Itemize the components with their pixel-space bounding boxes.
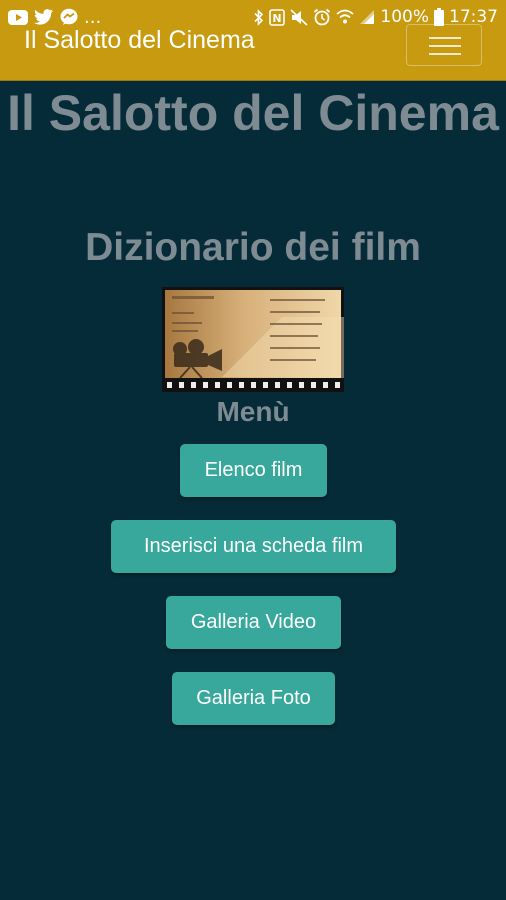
menu-heading: Menù: [216, 396, 290, 427]
bluetooth-icon: [254, 8, 264, 26]
svg-text:N: N: [273, 12, 282, 25]
video-gallery-button[interactable]: Galleria Video: [166, 596, 341, 649]
menu-toggle-button[interactable]: [406, 24, 482, 66]
film-list-button[interactable]: Elenco film: [180, 444, 327, 497]
wifi-icon: [336, 9, 354, 24]
signal-icon: [360, 10, 375, 24]
page-subtitle: Dizionario dei film: [85, 226, 421, 269]
youtube-icon: [8, 9, 28, 25]
mute-icon: [290, 8, 308, 26]
photo-gallery-button[interactable]: Galleria Foto: [172, 672, 335, 725]
page-title: Il Salotto del Cinema: [7, 85, 499, 141]
navbar: Il Salotto del Cinema: [0, 24, 506, 81]
messenger-icon: [60, 8, 78, 25]
alarm-icon: [314, 8, 331, 26]
nfc-icon: N: [269, 8, 286, 26]
twitter-icon: [34, 8, 53, 25]
navbar-brand[interactable]: Il Salotto del Cinema: [24, 26, 255, 55]
cinema-banner-image: [162, 287, 344, 392]
insert-film-card-button[interactable]: Inserisci una scheda film: [111, 520, 396, 573]
status-ellipsis: ...: [84, 6, 102, 28]
